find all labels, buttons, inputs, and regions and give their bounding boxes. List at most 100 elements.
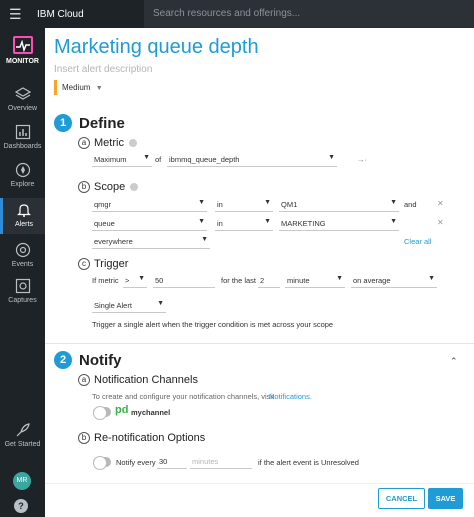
cancel-button[interactable]: CANCEL [378,488,425,509]
sidebar-item-label: Events [11,261,34,268]
chevron-down-icon: ▼ [138,275,145,282]
define-section-header: 1 Define [54,114,125,132]
chevron-down-icon: ▼ [336,275,343,282]
scope-key-select[interactable]: queue ▼ [92,217,207,231]
metric-options-icon[interactable]: →· [357,155,367,164]
chevron-down-icon: ▼ [198,199,205,206]
section-divider [45,343,474,344]
sidebar-item-get-started[interactable]: Get Started [0,422,45,454]
step-number: 1 [54,114,72,132]
renotify-interval-input[interactable]: 30 [157,455,187,469]
aggregation-value: Maximum [94,155,127,164]
info-icon[interactable] [130,183,139,191]
threshold-value: 50 [155,276,164,285]
scope-value: MARKETING [281,219,326,228]
clear-all-link[interactable]: Clear all [404,237,432,246]
renotify-unit-placeholder: minutes [192,457,219,466]
sidebar-item-overview[interactable]: Overview [0,86,45,116]
alert-editor: Marketing queue depth Insert alert descr… [45,28,474,517]
monitor-label: MONITOR [6,58,39,65]
top-bar: ☰ IBM Cloud Search resources and offerin… [0,0,474,28]
sidebar-item-label: Explore [10,181,35,188]
renotify-unit-input[interactable]: minutes [190,455,252,469]
comparator-select[interactable]: > ▼ [123,274,147,288]
scope-value-select[interactable]: MARKETING ▼ [279,217,399,231]
channel-toggle[interactable] [93,406,111,420]
chevron-down-icon: ▼ [390,218,397,225]
monitor-icon [12,36,33,54]
scope-operator-select[interactable]: in ▼ [215,217,273,231]
rocket-icon [16,423,30,437]
sidebar-item-captures[interactable]: Captures [0,278,45,308]
step-letter: a [78,374,90,386]
step-letter: a [78,137,90,149]
chevron-up-icon[interactable]: ⌃ [450,356,458,367]
avatar[interactable]: MR [13,472,31,490]
chevron-down-icon: ▼ [264,199,271,206]
events-icon [15,242,30,258]
remove-scope-icon[interactable]: ✕ [437,218,444,227]
sidebar-item-label: Alerts [15,221,33,228]
section-title: Define [79,114,125,132]
alert-type-select[interactable]: Single Alert ▼ [92,299,166,313]
save-button[interactable]: SAVE [428,488,463,509]
monitor-logo[interactable]: MONITOR [0,36,45,74]
evaluation-mode-select[interactable]: on average ▼ [351,274,437,288]
aggregation-select[interactable]: Maximum ▼ [92,153,152,167]
renotification-header: b Re-notification Options [78,432,205,444]
sidebar-item-label: Overview [7,105,38,112]
help-icon[interactable]: ? [14,499,28,513]
page-title[interactable]: Marketing queue depth [54,36,259,59]
severity-select[interactable]: Medium ▼ [54,80,149,95]
chevron-down-icon: ▼ [198,218,205,225]
metric-select[interactable]: ibmmq_queue_depth ▼ [167,153,337,167]
scope-everywhere-select[interactable]: everywhere ▼ [92,235,210,249]
channels-help-text: To create and configure your notificatio… [92,392,275,401]
pagerduty-logo: pd [115,404,129,416]
layers-icon [14,87,31,100]
threshold-input[interactable]: 50 [153,274,215,288]
subsection-title: Re-notification Options [94,432,206,444]
renotify-condition: if the alert event is Unresolved [258,458,359,467]
hamburger-menu-icon[interactable]: ☰ [9,7,29,21]
subsection-title: Notification Channels [94,374,198,386]
sidebar: MONITOR Overview Dashboards Explore Aler… [0,28,45,517]
scope-header: b Scope [78,181,139,193]
notify-every-label: Notify every [116,458,156,467]
sidebar-item-explore[interactable]: Explore [0,162,45,192]
notifications-link[interactable]: Notifications. [269,392,312,401]
notification-channels-header: a Notification Channels [78,374,198,386]
metric-header: a Metric [78,137,137,149]
scope-everywhere-value: everywhere [94,237,133,246]
sidebar-item-label: Dashboards [3,143,42,150]
renotify-toggle[interactable] [93,456,111,470]
for-the-last-label: for the last [221,276,257,285]
scope-value: QM1 [281,200,298,209]
chevron-down-icon: ▼ [143,154,150,161]
alert-type-value: Single Alert [94,301,132,310]
step-number: 2 [54,351,72,369]
sidebar-item-alerts[interactable]: Alerts [0,198,45,234]
search-input[interactable]: Search resources and offerings... [144,0,474,28]
sidebar-item-events[interactable]: Events [0,242,45,272]
and-label: and [404,200,417,209]
scope-key-select[interactable]: qmgr ▼ [92,198,207,212]
info-icon[interactable] [128,139,137,147]
subsection-title: Trigger [94,258,129,270]
chevron-down-icon: ▼ [264,218,271,225]
remove-scope-icon[interactable]: ✕ [437,199,444,208]
step-letter: c [78,258,90,270]
duration-unit-select[interactable]: minute ▼ [285,274,345,288]
duration-input[interactable]: 2 [258,274,280,288]
channel-name: mychannel [131,408,171,417]
duration-value: 2 [260,276,265,285]
severity-value: Medium [62,83,91,92]
scope-value-select[interactable]: QM1 ▼ [279,198,399,212]
brand-name[interactable]: IBM Cloud [37,9,157,20]
sidebar-item-dashboards[interactable]: Dashboards [0,124,45,154]
sidebar-item-label: Captures [8,297,37,304]
scope-operator-select[interactable]: in ▼ [215,198,273,212]
alert-description-input[interactable]: Insert alert description [54,64,152,75]
trigger-explanation: Trigger a single alert when the trigger … [92,320,334,329]
notify-section-header: 2 Notify [54,351,122,369]
